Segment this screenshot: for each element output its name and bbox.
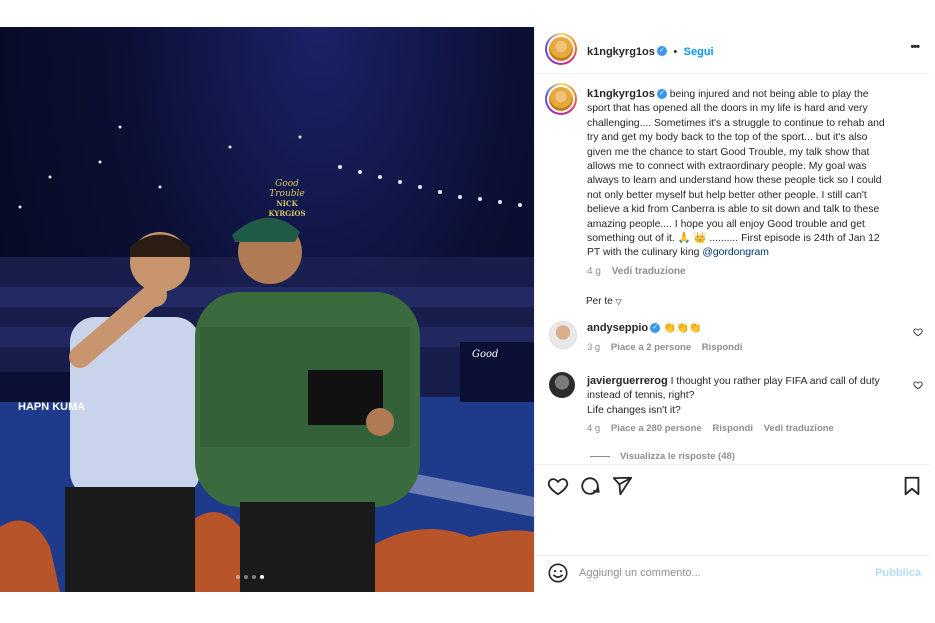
heart-outline-icon[interactable] <box>913 380 923 390</box>
like-icon[interactable] <box>547 475 569 497</box>
comment-time[interactable]: 4 g <box>587 423 600 434</box>
media-banner-left: HAPN KUMA <box>18 401 86 413</box>
for-you-filter[interactable]: Per te ▽ <box>586 296 622 307</box>
comment-translate-link[interactable]: Vedi traduzione <box>764 423 834 434</box>
comment-time[interactable]: 3 g <box>587 342 600 353</box>
caption-line: not only better myself but help better o… <box>587 189 867 201</box>
publish-button[interactable]: Pubblica <box>875 567 921 579</box>
carousel-dot[interactable] <box>244 575 248 579</box>
caption-line: something out of it. 🙏 👑 .......... Firs… <box>587 233 880 245</box>
caption-line: challenging.... Sometimes it's a struggl… <box>587 117 885 129</box>
carousel-dot[interactable] <box>236 575 240 579</box>
chevron-down-icon: ▽ <box>615 297 622 306</box>
media-sign: Good Trouble NICK KYRGIOS <box>262 179 312 219</box>
verified-icon: ✓ <box>656 45 667 56</box>
comment-input[interactable] <box>579 564 849 582</box>
comment-text: 👏👏👏 <box>663 323 702 334</box>
carousel-dots <box>236 575 264 579</box>
emoji-icon[interactable] <box>547 562 569 584</box>
for-you-label: Per te <box>586 296 613 307</box>
media-sign-title: Good Trouble <box>269 179 305 199</box>
comment-text-line: instead of tennis, right? <box>587 390 695 402</box>
heart-outline-icon[interactable] <box>913 327 923 337</box>
header-divider <box>535 73 929 74</box>
more-icon[interactable]: ••• <box>910 41 920 53</box>
caption-line: amazing people.... I hope you all enjoy … <box>587 218 865 230</box>
post-media[interactable]: Good Trouble NICK KYRGIOS HAPN KUMA Good <box>0 27 534 592</box>
share-icon[interactable] <box>611 475 633 497</box>
carousel-dot[interactable] <box>252 575 256 579</box>
follow-button[interactable]: Segui <box>684 46 714 58</box>
media-sign-sub: NICK KYRGIOS <box>268 199 306 218</box>
caption-line: being injured and not being able to play… <box>669 89 869 100</box>
caption-mention-link[interactable]: @gordongram <box>702 247 769 258</box>
composer-divider <box>535 555 929 556</box>
caption-line: allows me to connect with extraordinary … <box>587 161 867 173</box>
caption-line: given me the chance to start Good Troubl… <box>587 146 870 158</box>
caption-avatar[interactable] <box>545 83 577 115</box>
caption-line: believe a kid from Canberra is able to s… <box>587 204 880 216</box>
caption-line: always to learn and understand how these… <box>587 175 882 187</box>
verified-icon: ✓ <box>650 323 661 334</box>
save-icon[interactable] <box>901 475 923 497</box>
caption-line: try and get my body back to the top of t… <box>587 132 868 144</box>
caption-meta: 4 g Vedi traduzione <box>587 266 686 277</box>
comment-text-line: Life changes isn't it? <box>587 404 681 416</box>
comment-meta: 4 g Piace a 280 persone Rispondi Vedi tr… <box>587 423 834 434</box>
view-replies-line <box>590 455 610 457</box>
comment-avatar[interactable] <box>549 321 577 349</box>
caption-line: sport that has opened all the doors in m… <box>587 103 868 115</box>
media-banner-right: Good <box>472 349 499 360</box>
actions-divider <box>535 464 929 465</box>
comment-meta: 3 g Piace a 2 persone Rispondi <box>587 342 742 353</box>
author-avatar[interactable] <box>545 33 577 65</box>
comment-text-line: I thought you rather play FIFA and call … <box>670 376 880 387</box>
caption-line: PT with the culinary king <box>587 247 700 259</box>
carousel-dot-active[interactable] <box>260 575 264 579</box>
view-replies-button[interactable]: Visualizza le risposte (48) <box>590 451 735 462</box>
author-username[interactable]: k1ngkyrg1os <box>587 46 655 58</box>
post-sidebar: k1ngkyrg1os ✓ • Segui ••• k1ngkyrg1os ✓ be… <box>534 27 929 592</box>
caption-translate-link[interactable]: Vedi traduzione <box>612 266 686 277</box>
view-replies-label: Visualizza le risposte (48) <box>620 451 735 462</box>
comment-item: andyseppio ✓ 👏👏👏 <box>587 321 907 336</box>
post-photo <box>0 125 534 592</box>
comment-username[interactable]: javierguerrerog <box>587 375 668 387</box>
comment-item: javierguerrerog I thought you rather pla… <box>587 374 912 418</box>
comment-reply-button[interactable]: Rispondi <box>702 342 743 353</box>
comment-avatar[interactable] <box>549 372 575 398</box>
caption-username[interactable]: k1ngkyrg1os <box>587 88 655 100</box>
caption-time[interactable]: 4 g <box>587 266 601 277</box>
comment-username[interactable]: andyseppio <box>587 322 648 334</box>
post-caption: k1ngkyrg1os ✓ being injured and not being… <box>587 87 917 261</box>
verified-icon: ✓ <box>656 89 667 100</box>
comment-likes[interactable]: Piace a 2 persone <box>611 342 691 353</box>
comment-reply-button[interactable]: Rispondi <box>712 423 753 434</box>
instagram-post: Good Trouble NICK KYRGIOS HAPN KUMA Good… <box>0 27 929 592</box>
post-header: k1ngkyrg1os ✓ • Segui <box>587 45 714 58</box>
comment-likes[interactable]: Piace a 280 persone <box>611 423 702 434</box>
comment-icon[interactable] <box>579 475 601 497</box>
